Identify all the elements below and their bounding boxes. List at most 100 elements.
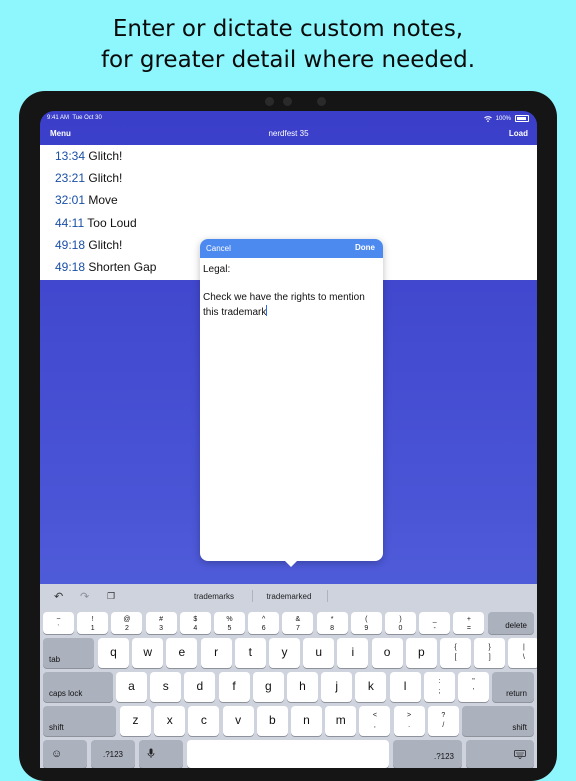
letter-key[interactable]: t bbox=[234, 638, 266, 668]
cancel-button[interactable]: Cancel bbox=[206, 244, 231, 253]
key-label: q bbox=[110, 645, 117, 659]
tab-key[interactable]: tab bbox=[43, 638, 94, 668]
keyboard-dismiss-icon bbox=[514, 750, 526, 759]
key-label: ) bbox=[399, 616, 402, 623]
marker-row[interactable]: 49:18 Glitch! bbox=[55, 238, 122, 260]
letter-key[interactable]: m bbox=[325, 706, 357, 736]
letter-key[interactable]: g bbox=[252, 672, 284, 702]
key-symbol[interactable]: ) 0 bbox=[385, 612, 416, 634]
letter-key[interactable]: e bbox=[166, 638, 198, 668]
marker-row[interactable]: 49:18 Shorten Gap bbox=[55, 260, 156, 282]
key-symbol[interactable]: ^ 6 bbox=[248, 612, 280, 634]
marker-time: 49:18 bbox=[55, 260, 86, 274]
letter-key[interactable]: n bbox=[291, 706, 322, 736]
status-time: 9:41 AM Tue Oct 30 bbox=[47, 115, 102, 121]
key-symbol[interactable]: % 5 bbox=[214, 612, 245, 634]
key-symbol[interactable]: " ' bbox=[458, 672, 489, 702]
marker-label: Glitch! bbox=[88, 171, 123, 185]
shift-key-left[interactable]: shift bbox=[43, 706, 116, 736]
letter-key[interactable]: s bbox=[150, 672, 182, 702]
key-label: + bbox=[466, 616, 471, 623]
keyboard-dismiss-key[interactable] bbox=[466, 740, 534, 768]
redo-icon[interactable]: ↷ bbox=[80, 590, 89, 603]
letter-key[interactable]: o bbox=[371, 638, 403, 668]
done-button[interactable]: Done bbox=[355, 243, 375, 252]
delete-key[interactable]: delete bbox=[487, 612, 534, 634]
key-label: ; bbox=[438, 688, 441, 695]
letter-key[interactable]: a bbox=[116, 672, 147, 702]
key-symbol[interactable]: ? / bbox=[427, 706, 459, 736]
note-popover: Cancel Done Legal: Check we have the rig… bbox=[200, 239, 383, 561]
onscreen-keyboard: ↶ ↷ ❐ trademarks trademarked ~ `! 1 @2 #3 $4%… bbox=[40, 584, 537, 768]
key-label: i bbox=[351, 645, 355, 659]
headline-line-1: Enter or dictate custom notes, bbox=[112, 16, 464, 42]
key-label: 0 bbox=[398, 625, 403, 632]
nav-bar: Menu nerdfest 35 Load bbox=[40, 126, 537, 145]
key-label: ] bbox=[488, 654, 491, 661]
numbers-key[interactable]: .?123 bbox=[393, 740, 462, 768]
key-label: 9 bbox=[364, 625, 369, 632]
key-symbol[interactable]: {[ bbox=[440, 638, 471, 668]
marker-row[interactable]: 23:21 Glitch! bbox=[55, 171, 122, 193]
key-label: " bbox=[472, 678, 475, 685]
key-label: ^ bbox=[262, 616, 266, 623]
key-label: ` bbox=[57, 625, 60, 632]
letter-key[interactable]: l bbox=[389, 672, 421, 702]
letter-key[interactable]: c bbox=[188, 706, 220, 736]
numbers-key[interactable]: .?123 bbox=[91, 740, 135, 768]
letter-key[interactable]: w bbox=[132, 638, 164, 668]
keyboard-shortcut-bar: ↶ ↷ ❐ trademarks trademarked bbox=[40, 584, 537, 608]
paste-icon[interactable]: ❐ bbox=[107, 591, 115, 602]
caps-lock-key[interactable]: caps lock bbox=[43, 672, 113, 702]
headline: Enter or dictate custom notes, for great… bbox=[0, 14, 576, 76]
marker-row[interactable]: 32:01 Move bbox=[55, 193, 118, 215]
letter-key[interactable]: p bbox=[405, 638, 437, 668]
key-symbol[interactable]: >. bbox=[393, 706, 425, 736]
letter-key[interactable]: q bbox=[98, 638, 129, 668]
undo-icon[interactable]: ↶ bbox=[54, 590, 63, 603]
marker-row[interactable]: 13:34 Glitch! bbox=[55, 149, 122, 171]
key-symbol[interactable]: & 7 bbox=[282, 612, 314, 634]
emoji-key[interactable]: ☺ bbox=[43, 740, 87, 768]
key-symbol[interactable]: :; bbox=[423, 672, 455, 702]
text-caret bbox=[266, 305, 268, 316]
key-symbol[interactable]: ~ ` bbox=[43, 612, 74, 634]
letter-key[interactable]: y bbox=[269, 638, 300, 668]
marker-row[interactable]: 44:11 Too Loud bbox=[55, 216, 137, 238]
letter-key[interactable]: z bbox=[120, 706, 151, 736]
key-symbol[interactable]: $4 bbox=[179, 612, 211, 634]
letter-key[interactable]: v bbox=[222, 706, 254, 736]
key-symbol[interactable]: <, bbox=[359, 706, 391, 736]
key-label: : bbox=[438, 678, 441, 685]
suggestion-item[interactable]: trademarked bbox=[254, 592, 324, 601]
note-line: Legal: bbox=[203, 264, 231, 275]
key-symbol[interactable]: #3 bbox=[145, 612, 177, 634]
letter-key[interactable]: d bbox=[184, 672, 216, 702]
letter-key[interactable]: j bbox=[321, 672, 353, 702]
letter-key[interactable]: b bbox=[256, 706, 288, 736]
key-symbol[interactable]: ! 1 bbox=[77, 612, 109, 634]
load-button[interactable]: Load bbox=[509, 129, 528, 138]
key-symbol[interactable]: + = bbox=[453, 612, 485, 634]
dictation-key[interactable] bbox=[139, 740, 183, 768]
letter-key[interactable]: r bbox=[200, 638, 232, 668]
space-bar[interactable] bbox=[187, 740, 389, 768]
key-symbol[interactable]: (9 bbox=[350, 612, 382, 634]
letter-key[interactable]: k bbox=[355, 672, 387, 702]
marker-time: 44:11 bbox=[55, 216, 85, 230]
key-symbol[interactable]: _ - bbox=[419, 612, 451, 634]
suggestion-item[interactable]: trademarks bbox=[179, 592, 249, 601]
marker-label: Move bbox=[88, 193, 118, 207]
key-symbol[interactable]: @2 bbox=[111, 612, 143, 634]
letter-key[interactable]: h bbox=[287, 672, 318, 702]
return-key[interactable]: return bbox=[492, 672, 534, 702]
key-symbol[interactable]: * 8 bbox=[316, 612, 348, 634]
note-text-area[interactable]: Legal: Check we have the rights to menti… bbox=[200, 258, 383, 325]
letter-key[interactable]: x bbox=[154, 706, 186, 736]
letter-key[interactable]: i bbox=[337, 638, 369, 668]
letter-key[interactable]: f bbox=[218, 672, 250, 702]
shift-key-right[interactable]: shift bbox=[462, 706, 534, 736]
key-symbol[interactable]: | \ bbox=[508, 638, 537, 668]
letter-key[interactable]: u bbox=[303, 638, 335, 668]
key-symbol[interactable]: }] bbox=[474, 638, 506, 668]
